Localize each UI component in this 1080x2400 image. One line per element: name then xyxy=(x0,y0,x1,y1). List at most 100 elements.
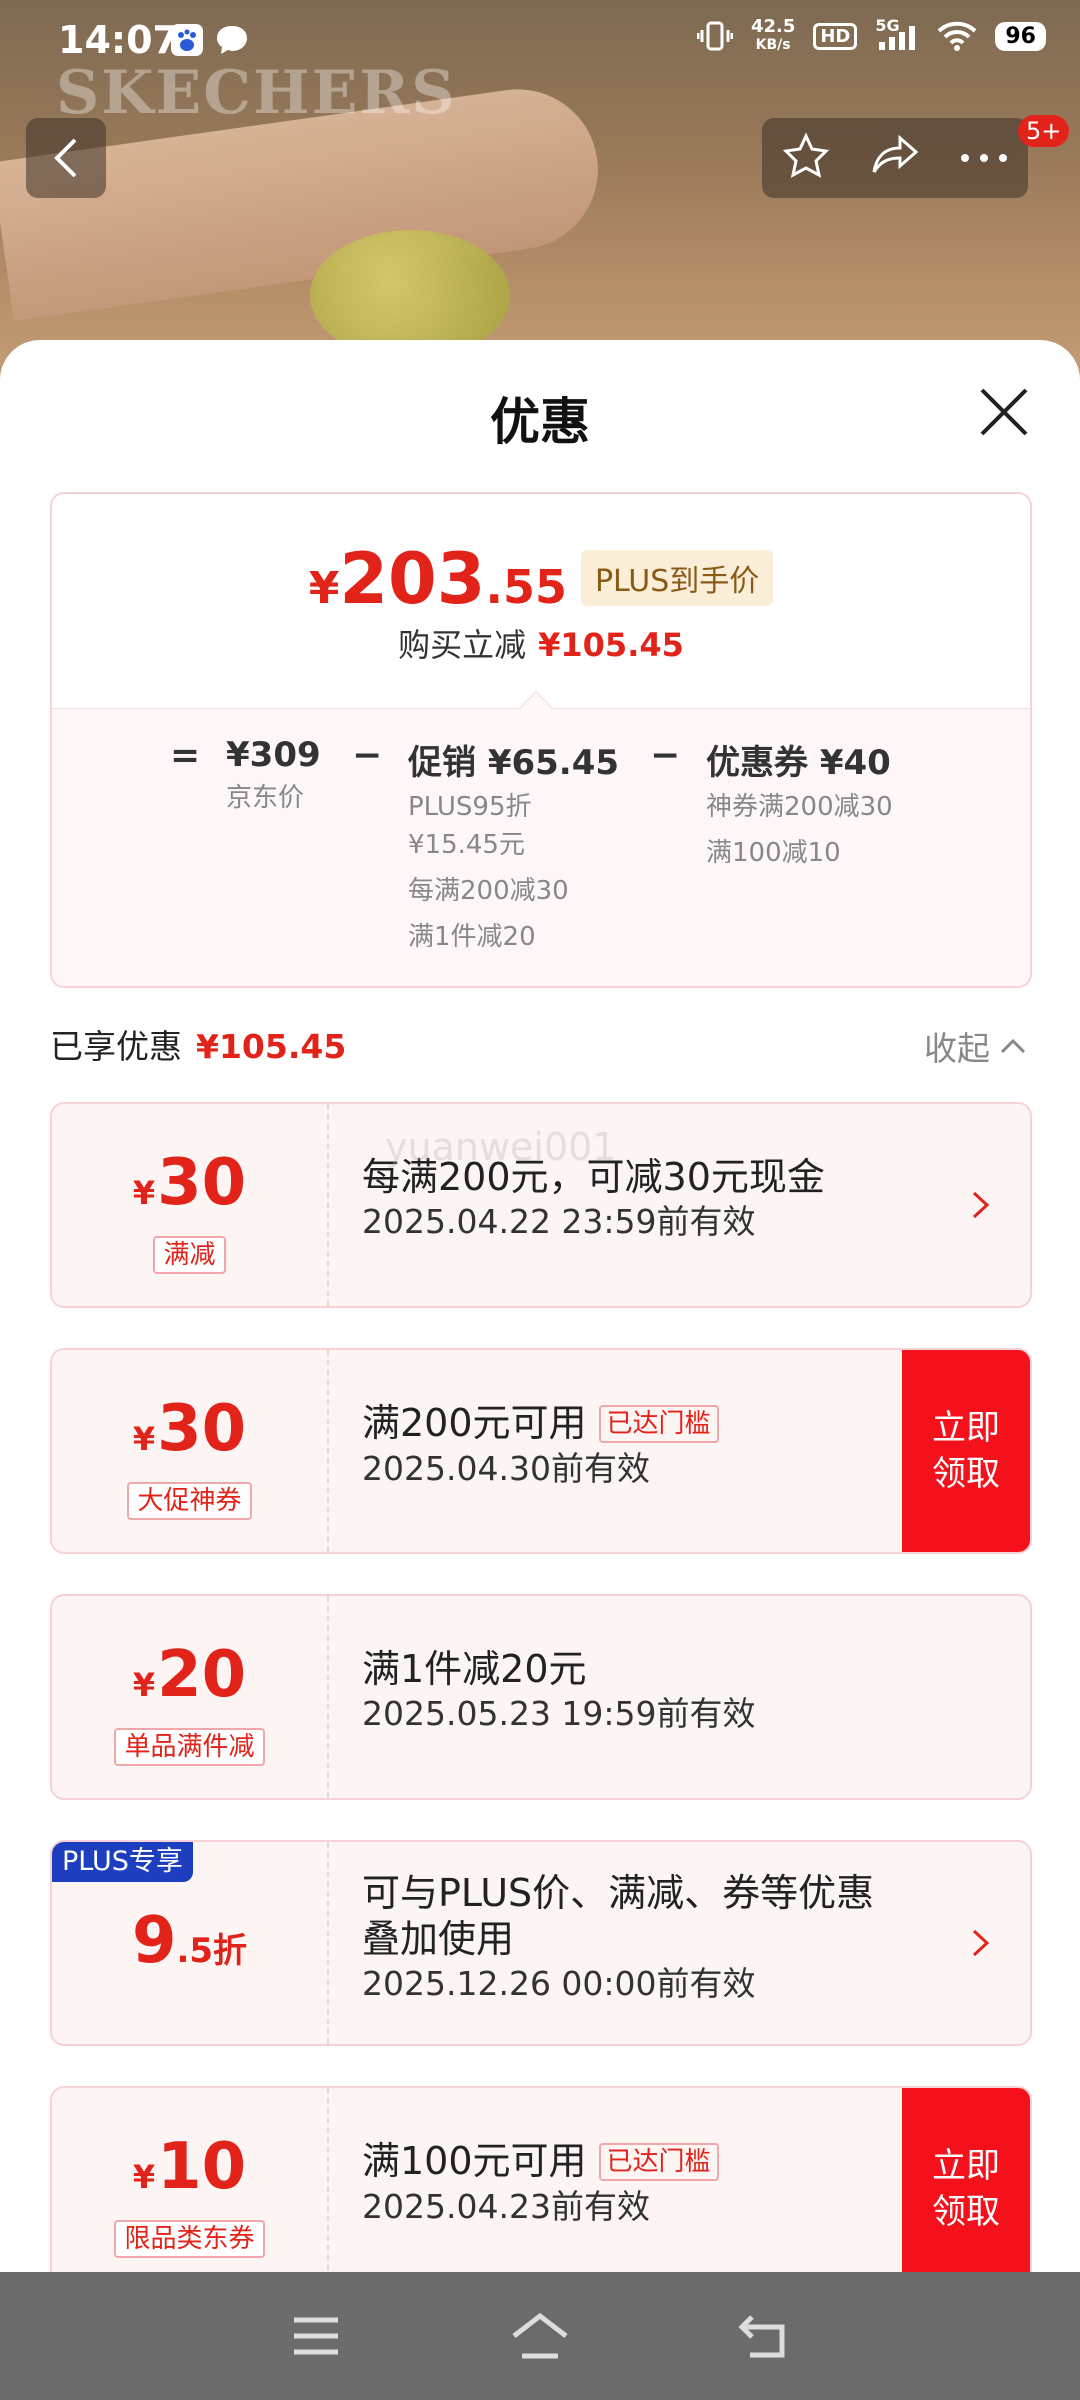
minus-sign: − xyxy=(650,735,681,776)
chevron-up-icon xyxy=(1000,1038,1026,1054)
system-navigation-bar xyxy=(0,2272,1080,2400)
promo-line: PLUS95折 xyxy=(408,792,532,822)
equals-sign: = xyxy=(170,735,201,776)
coupon-title: 优惠券 ¥40 xyxy=(706,743,891,783)
chevron-right-icon xyxy=(972,1929,990,1957)
coupon-amount: ¥10 xyxy=(132,2130,247,2204)
message-bubble-icon xyxy=(214,22,250,58)
coupon-type-tag: 大促神券 xyxy=(127,1482,252,1520)
coupon-info: 满1件减20元 2025.05.23 19:59前有效 xyxy=(362,1646,756,1736)
coupon-title: 可与PLUS价、满减、券等优惠 xyxy=(362,1871,875,1915)
coupon-info: 满100元可用 已达门槛 2025.04.23前有效 xyxy=(362,2138,719,2229)
promo-line: ¥15.45元 xyxy=(408,830,525,860)
coupon-divider xyxy=(327,1104,329,1306)
coupon-title: 满100元可用 xyxy=(362,2139,587,2183)
status-bar: 14:07 42.5 KB/s HD 5G 96 xyxy=(0,0,1080,80)
jd-price-col: ¥309 京东价 xyxy=(226,735,321,817)
coupon-type-tag: 单品满件减 xyxy=(114,1728,265,1766)
coupon-card: ¥10 限品类东券 满100元可用 已达门槛 2025.04.23前有效 立即领取 xyxy=(50,2086,1032,2292)
back-arrow-icon xyxy=(738,2315,785,2358)
plus-exclusive-badge: PLUS专享 xyxy=(52,1842,193,1882)
jd-price-label: 京东价 xyxy=(226,783,305,813)
top-action-group xyxy=(762,118,1028,198)
buy-reduce-amount: ¥105.45 xyxy=(538,626,684,664)
coupon-date: 2025.04.23前有效 xyxy=(362,2187,650,2226)
coupon-amount: 9.5折 xyxy=(131,1904,248,1978)
buy-reduce-label: 购买立减 xyxy=(398,626,527,664)
vibrate-icon xyxy=(696,21,733,51)
coupon-amount-area: ¥30 满减 xyxy=(52,1104,327,1306)
network-speed: 42.5 KB/s xyxy=(750,16,796,54)
threshold-reached-badge: 已达门槛 xyxy=(598,2143,719,2181)
coupon-divider xyxy=(327,1350,329,1552)
coupon-divider xyxy=(327,2088,329,2290)
coupon-line: 神券满200减30 xyxy=(706,792,893,822)
coupon-title: 满1件减20元 xyxy=(362,1647,587,1691)
threshold-reached-badge: 已达门槛 xyxy=(598,1405,719,1443)
coupon-divider xyxy=(327,1596,329,1798)
share-arrow-icon xyxy=(872,134,919,173)
promo-title: 促销 ¥65.45 xyxy=(408,743,620,783)
final-price-decimal: .55 xyxy=(485,560,567,614)
sheet-title: 优惠 xyxy=(490,393,590,451)
more-button[interactable] xyxy=(959,149,1009,168)
back-nav-button[interactable] xyxy=(732,2304,796,2368)
promo-col: 促销 ¥65.45 PLUS95折 ¥15.45元 每满200减30 满1件减2… xyxy=(408,735,619,956)
coupon-date: 2025.05.23 19:59前有效 xyxy=(362,1694,756,1733)
coupon-card[interactable]: 9.5折 PLUS专享 可与PLUS价、满减、券等优惠 叠加使用 2025.12… xyxy=(50,1840,1032,2046)
coupon-amount: ¥30 xyxy=(132,1392,247,1466)
coupon-amount: ¥30 xyxy=(132,1146,247,1220)
final-price-row: ¥203.55 PLUS到手价 xyxy=(52,538,1030,620)
collapse-label: 收起 xyxy=(924,1029,990,1068)
coupon-line: 满100减10 xyxy=(706,838,841,868)
back-button[interactable] xyxy=(26,118,106,198)
coupon-card: ¥20 单品满件减 满1件减20元 2025.05.23 19:59前有效 xyxy=(50,1594,1032,1800)
coupon-amount-area: ¥10 限品类东券 xyxy=(52,2088,327,2290)
more-badge: 5+ xyxy=(1018,115,1070,147)
baidu-app-icon xyxy=(170,22,204,58)
coupon-title-line2: 叠加使用 xyxy=(362,1917,515,1961)
home-icon xyxy=(512,2312,568,2359)
user-watermark: yuanwei001 xyxy=(385,1125,617,1169)
coupon-col: 优惠券 ¥40 神券满200减30 满100减10 xyxy=(706,735,893,872)
coupon-info: 满200元可用 已达门槛 2025.04.30前有效 xyxy=(362,1400,719,1491)
menu-button[interactable] xyxy=(284,2304,348,2368)
status-time: 14:07 xyxy=(58,18,179,62)
chevron-left-icon xyxy=(54,138,77,178)
collapse-button[interactable]: 收起 xyxy=(924,1022,1026,1070)
coupon-info: 可与PLUS价、满减、券等优惠 叠加使用 2025.12.26 00:00前有效 xyxy=(362,1870,874,2006)
claim-coupon-button[interactable]: 立即领取 xyxy=(902,2088,1030,2290)
share-button[interactable] xyxy=(870,134,920,182)
claim-coupon-button[interactable]: 立即领取 xyxy=(902,1350,1030,1552)
coupon-title: 满200元可用 xyxy=(362,1401,587,1445)
coupon-date: 2025.04.30前有效 xyxy=(362,1449,650,1488)
currency-symbol: ¥ xyxy=(308,563,340,614)
wifi-icon xyxy=(937,21,977,51)
coupon-date: 2025.12.26 00:00前有效 xyxy=(362,1964,756,2003)
promo-line: 满1件减20 xyxy=(408,922,536,952)
close-icon xyxy=(980,388,1028,436)
coupon-amount-area: ¥20 单品满件减 xyxy=(52,1596,327,1798)
favorite-button[interactable] xyxy=(781,132,831,184)
plus-price-tag: PLUS到手价 xyxy=(580,550,774,606)
coupon-amount-area: ¥30 大促神券 xyxy=(52,1350,327,1552)
jd-price: ¥309 xyxy=(226,735,321,775)
coupon-card: ¥30 大促神券 满200元可用 已达门槛 2025.04.30前有效 立即领取 xyxy=(50,1348,1032,1554)
close-button[interactable] xyxy=(976,384,1032,440)
enjoyed-amount: ¥105.45 xyxy=(196,1027,347,1066)
coupon-type-tag: 满减 xyxy=(153,1236,226,1274)
battery-indicator: 96 xyxy=(995,21,1046,51)
promo-line: 每满200减30 xyxy=(408,876,569,906)
coupon-divider xyxy=(327,1842,329,2044)
final-price-integer: 203 xyxy=(339,538,486,620)
more-dots-icon xyxy=(960,153,1007,162)
buy-reduce-row: 购买立减 ¥105.45 xyxy=(52,620,1030,666)
home-button[interactable] xyxy=(508,2304,572,2368)
hd-indicator: HD xyxy=(813,22,858,50)
minus-sign: − xyxy=(352,735,383,776)
signal-5g-icon: 5G xyxy=(875,16,919,52)
price-summary-card: ¥203.55 PLUS到手价 购买立减 ¥105.45 = ¥309 京东价 −… xyxy=(50,492,1032,988)
price-breakdown: = ¥309 京东价 − 促销 ¥65.45 PLUS95折 ¥15.45元 每… xyxy=(52,708,1030,986)
enjoyed-discount-row: 已享优惠 ¥105.45 xyxy=(50,1020,346,1068)
enjoyed-label: 已享优惠 xyxy=(50,1027,182,1066)
